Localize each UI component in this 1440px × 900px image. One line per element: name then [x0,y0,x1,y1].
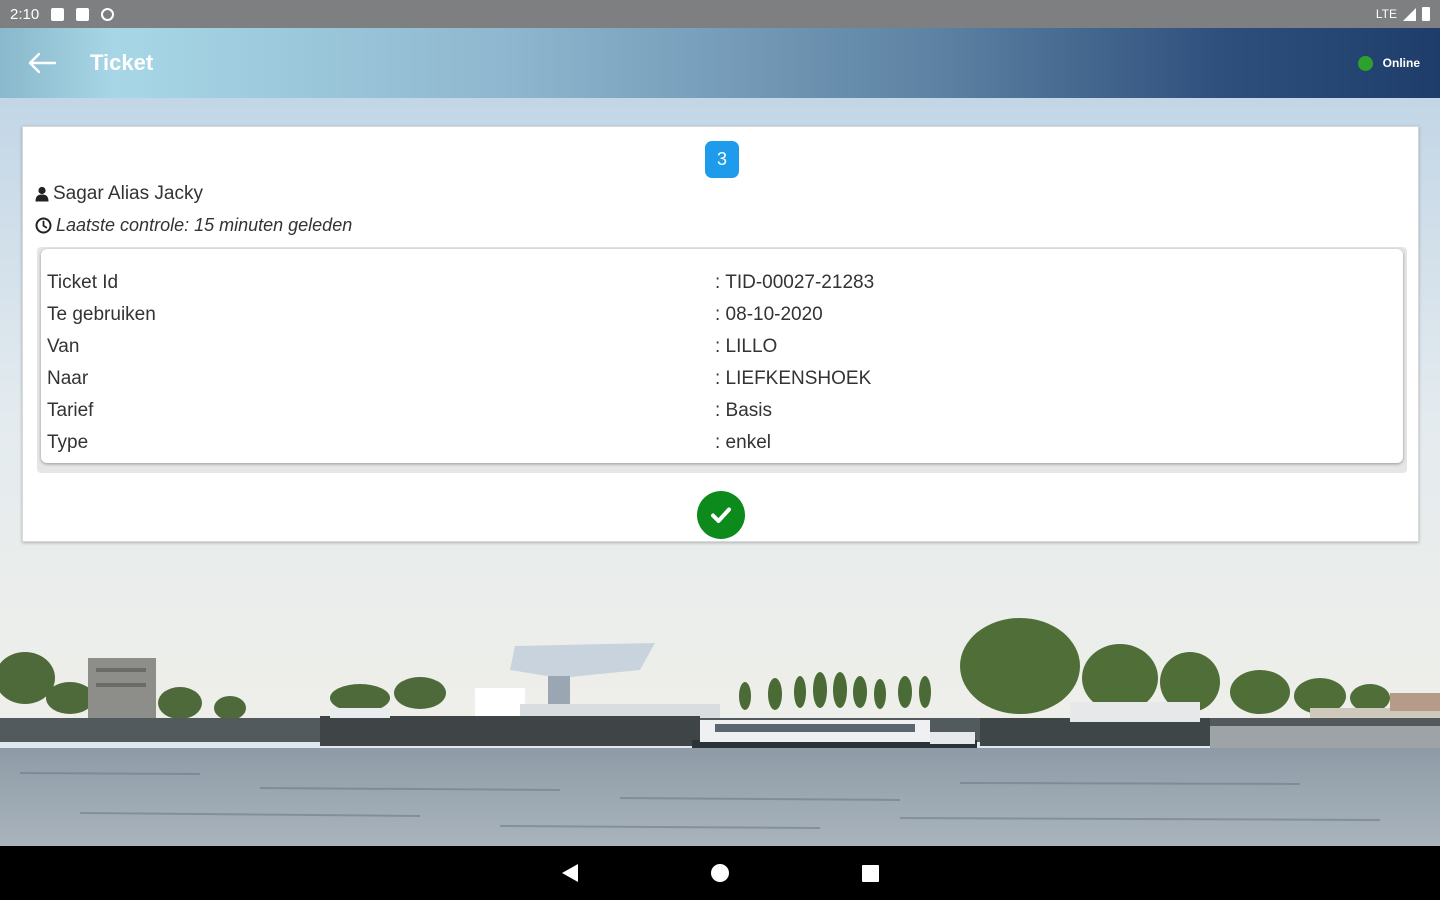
user-name: Sagar Alias Jacky [53,183,203,204]
detail-row-fare: Tarief : Basis [41,395,1403,427]
arrow-left-icon [28,52,57,74]
last-check-text: Laatste controle: 15 minuten geleden [56,215,353,235]
battery-icon [1422,7,1430,21]
circle-home-icon [711,864,729,882]
detail-label: Te gebruiken [47,304,156,325]
online-indicator-icon [1357,55,1373,71]
detail-row-type: Type : enkel [41,427,1403,459]
nav-recents-button[interactable] [855,858,885,888]
signal-icon [1403,7,1416,21]
user-icon [35,186,49,202]
detail-value: : TID-00027-21283 [715,272,875,293]
triangle-back-icon [562,864,578,882]
page-title: Ticket [90,50,154,75]
system-nav-bar [0,846,1440,900]
detail-row-ticket-id: Ticket Id : TID-00027-21283 [41,267,1403,299]
status-bar: 2:10 LTE [0,0,1440,28]
detail-row-use-date: Te gebruiken : 08-10-2020 [41,299,1403,331]
ticket-card: 3 Sagar Alias Jacky Laatste controle: 15… [22,126,1419,542]
detail-label: Naar [47,368,89,389]
detail-label: Van [47,336,80,357]
valid-ticket-button[interactable] [697,491,745,539]
connection-status: Online [1357,55,1420,71]
checkmark-icon [711,507,731,523]
ticket-count-badge: 3 [705,141,739,178]
detail-value: : LILLO [715,336,778,357]
last-check-line: Laatste controle: 15 minuten geleden [35,215,352,236]
connection-status-label: Online [1382,56,1420,70]
detail-label: Ticket Id [47,272,119,293]
square-recents-icon [861,864,879,882]
status-time: 2:10 [10,5,40,23]
back-button[interactable] [12,33,72,93]
nav-home-button[interactable] [705,858,735,888]
notification-icon [51,7,65,21]
detail-value: : LIEFKENSHOEK [715,368,872,389]
user-line: Sagar Alias Jacky [35,183,203,205]
detail-value: : enkel [715,432,771,453]
ticket-details-panel: Ticket Id : TID-00027-21283 Te gebruiken… [37,247,1407,473]
app-bar: Ticket Online [0,28,1440,98]
sync-icon [101,7,115,21]
sd-card-icon [76,7,90,21]
detail-row-from: Van : LILLO [41,331,1403,363]
detail-label: Tarief [47,400,94,421]
detail-value: : Basis [715,400,773,421]
nav-back-button[interactable] [555,858,585,888]
ticket-details-table: Ticket Id : TID-00027-21283 Te gebruiken… [41,249,1403,463]
detail-label: Type [47,432,89,453]
clock-icon [35,217,52,234]
network-type: LTE [1375,7,1397,21]
detail-value: : 08-10-2020 [715,304,823,325]
detail-row-to: Naar : LIEFKENSHOEK [41,363,1403,395]
